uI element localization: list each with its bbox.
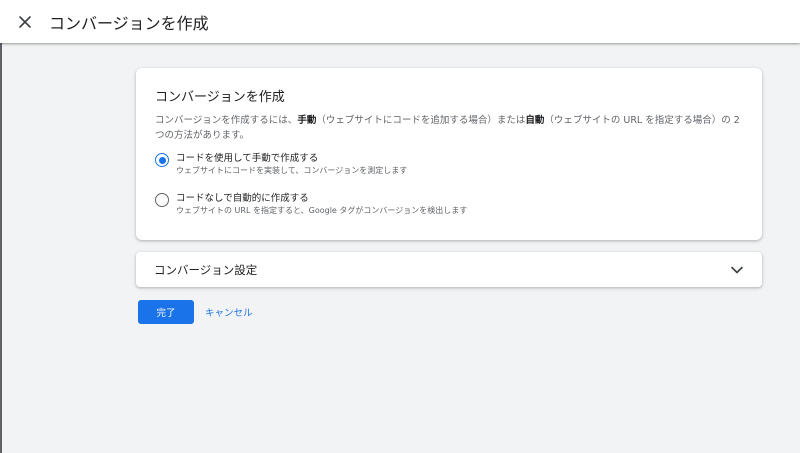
option-manual-label: コードを使用して手動で作成する: [176, 153, 319, 164]
done-button[interactable]: 完了: [138, 300, 194, 324]
chevron-down-icon[interactable]: [730, 265, 744, 275]
option-auto[interactable]: コードなしで自動的に作成する ウェブサイトの URL を指定すると、Google…: [155, 192, 467, 217]
create-conversion-card: コンバージョンを作成 コンバージョンを作成するには、手動（ウェブサイトにコードを…: [136, 68, 762, 240]
option-manual[interactable]: コードを使用して手動で作成する ウェブサイトにコードを実装して、コンバージョンを…: [155, 152, 407, 177]
radio-manual[interactable]: [155, 153, 169, 167]
option-auto-sub: ウェブサイトの URL を指定すると、Google タグがコンバージョンを検出し…: [176, 206, 468, 215]
desc-text: コンバージョンを作成するには、: [155, 115, 298, 126]
option-auto-label: コードなしで自動的に作成する: [176, 193, 309, 204]
radio-selected-dot: [158, 156, 166, 164]
card-description: コンバージョンを作成するには、手動（ウェブサイトにコードを追加する場合）または自…: [155, 113, 745, 143]
card-title: コンバージョンを作成: [155, 90, 285, 105]
top-app-bar: コンバージョンを作成: [0, 0, 800, 43]
panel-title: コンバージョン設定: [154, 262, 258, 277]
close-icon: [19, 15, 31, 28]
page-title: コンバージョンを作成: [49, 13, 209, 33]
close-button[interactable]: [13, 10, 37, 34]
desc-manual: 手動: [297, 115, 317, 126]
option-manual-sub: ウェブサイトにコードを実装して、コンバージョンを測定します: [176, 166, 408, 175]
conversion-settings-panel[interactable]: コンバージョン設定: [136, 252, 762, 287]
radio-auto[interactable]: [155, 193, 169, 207]
cancel-button[interactable]: キャンセル: [205, 300, 253, 324]
window-edge: [0, 43, 2, 453]
desc-text: （ウェブサイトにコードを追加する場合）または: [316, 115, 526, 126]
desc-auto: 自動: [525, 115, 545, 126]
